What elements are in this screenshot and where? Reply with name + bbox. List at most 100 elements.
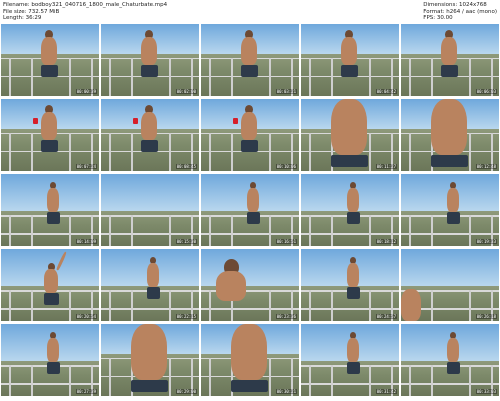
thumbnail-sky xyxy=(401,249,499,287)
balcony-railing xyxy=(1,308,99,310)
person-torso xyxy=(347,263,359,287)
railing-post xyxy=(31,132,33,171)
person-shorts xyxy=(346,362,360,374)
person-torso xyxy=(147,263,159,287)
person-torso xyxy=(216,271,246,301)
thumbnail-sky xyxy=(101,174,199,212)
railing-post xyxy=(309,57,311,96)
thumbnail-timestamp: 00:08:45 xyxy=(175,164,197,169)
railing-post xyxy=(131,132,133,171)
video-thumbnail: 00:02:00 xyxy=(101,24,199,96)
railing-post xyxy=(469,215,471,246)
length-text: Length: 36:29 xyxy=(3,15,42,21)
person-shorts xyxy=(230,380,268,392)
video-thumbnail: 00:18:12 xyxy=(301,174,399,246)
railing-post xyxy=(309,132,311,171)
railing-post xyxy=(269,290,271,321)
person-shorts xyxy=(340,65,358,77)
person-torso xyxy=(141,37,157,65)
red-cup xyxy=(133,118,138,124)
balcony-railing xyxy=(1,383,99,385)
railing-post xyxy=(409,57,411,96)
person-shorts xyxy=(140,140,158,152)
railing-post xyxy=(169,57,171,96)
balcony-railing xyxy=(101,308,199,310)
railing-post xyxy=(69,290,71,321)
thumbnail-timestamp: 00:15:30 xyxy=(175,239,197,244)
balcony-railing xyxy=(201,308,299,310)
thumbnail-timestamp: 00:18:12 xyxy=(375,239,397,244)
railing-post xyxy=(109,290,111,321)
person-torso xyxy=(341,37,357,65)
thumbnail-timestamp: 00:33:03 xyxy=(475,389,497,394)
railing-post xyxy=(331,57,333,96)
balcony-railing xyxy=(401,233,499,235)
thumbnail-timestamp: 00:31:42 xyxy=(375,389,397,394)
railing-post xyxy=(331,290,333,321)
thumbnail-grid: 00:00:39 00:02:00 00:03:21 00:04:42 00:06:03… xyxy=(1,24,499,400)
railing-post xyxy=(469,365,471,396)
person-torso xyxy=(241,112,257,140)
balcony-railing xyxy=(301,233,399,235)
thumbnail-timestamp: 00:14:09 xyxy=(75,239,97,244)
person-torso xyxy=(331,99,367,155)
railing-post xyxy=(309,215,311,246)
railing-post xyxy=(9,290,11,321)
railing-post xyxy=(9,215,11,246)
person-torso xyxy=(447,188,459,212)
fps-text: FPS: 30.00 xyxy=(423,15,453,21)
thumbnail-timestamp: 00:07:24 xyxy=(75,164,97,169)
thumbnail-timestamp: 00:22:15 xyxy=(175,314,197,319)
railing-post xyxy=(9,365,11,396)
railing-post xyxy=(231,132,233,171)
thumbnail-timestamp: 00:30:21 xyxy=(275,389,297,394)
railing-post xyxy=(31,57,33,96)
railing-post xyxy=(209,132,211,171)
railing-post xyxy=(309,365,311,396)
person-shorts xyxy=(140,65,158,77)
railing-post xyxy=(269,357,271,396)
video-thumbnail: 00:12:48 xyxy=(401,99,499,171)
video-thumbnail: 00:23:36 xyxy=(201,249,299,321)
video-thumbnail: 00:07:24 xyxy=(1,99,99,171)
railing-post xyxy=(431,57,433,96)
railing-post xyxy=(369,57,371,96)
railing-post xyxy=(369,132,371,171)
railing-post xyxy=(209,290,211,321)
railing-post xyxy=(309,290,311,321)
railing-post xyxy=(9,132,11,171)
railing-post xyxy=(169,290,171,321)
video-thumbnail: 00:15:30 xyxy=(101,174,199,246)
balcony-railing xyxy=(401,383,499,385)
person-torso xyxy=(241,37,257,65)
thumbnail-timestamp: 00:24:57 xyxy=(375,314,397,319)
railing-post xyxy=(131,215,133,246)
person-torso xyxy=(401,289,421,321)
person-torso xyxy=(41,112,57,140)
railing-post xyxy=(69,215,71,246)
video-thumbnail: 00:16:51 xyxy=(201,174,299,246)
person-shorts xyxy=(46,212,60,224)
railing-post xyxy=(209,57,211,96)
person-shorts xyxy=(240,140,258,152)
railing-post xyxy=(469,132,471,171)
person-shorts xyxy=(346,287,360,299)
video-thumbnail: 00:31:42 xyxy=(301,324,399,396)
file-info-right: Dimensions: 1024x768 Format: h264 / aac … xyxy=(423,2,497,22)
person-shorts xyxy=(130,380,168,392)
railing-post xyxy=(331,215,333,246)
person-torso xyxy=(141,112,157,140)
person-torso xyxy=(131,324,167,380)
person-shorts xyxy=(440,65,458,77)
person-torso xyxy=(431,99,467,155)
thumbnail-timestamp: 00:11:27 xyxy=(375,164,397,169)
railing-post xyxy=(269,215,271,246)
person-torso xyxy=(231,324,267,380)
video-thumbnail: 00:27:39 xyxy=(1,324,99,396)
person-shorts xyxy=(346,212,360,224)
railing-post xyxy=(209,215,211,246)
video-thumbnail: 00:20:54 xyxy=(1,249,99,321)
person-torso xyxy=(47,188,59,212)
railing-post xyxy=(169,132,171,171)
railing-post xyxy=(9,57,11,96)
